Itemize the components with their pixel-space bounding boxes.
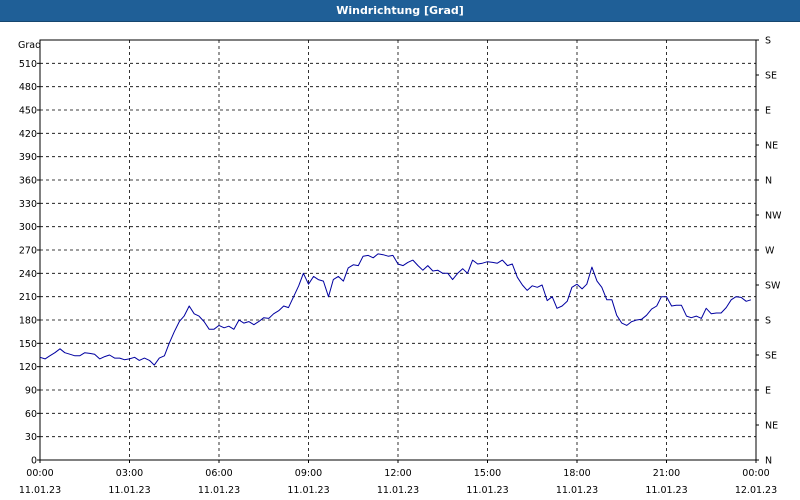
right-tick-label: S	[765, 36, 771, 47]
y-tick-label: 120	[19, 362, 37, 373]
x-tick-time-label: 18:00	[563, 468, 590, 479]
x-tick-time-label: 12:00	[384, 468, 411, 479]
x-tick-time-label: 09:00	[295, 468, 322, 479]
y-tick-label: 450	[19, 106, 37, 117]
x-axis: 00:00 11.01.23 03:00 11.01.23 06:00 11.01.23 0…	[19, 460, 777, 496]
right-tick-label: E	[765, 386, 771, 397]
series-line	[39, 253, 752, 366]
y-tick-label: 270	[19, 246, 37, 257]
y-tick-label: 510	[19, 59, 37, 70]
right-tick-label: E	[765, 106, 771, 117]
y-tick-label: 480	[19, 82, 37, 93]
y-tick-label: 420	[19, 129, 37, 140]
series-group	[39, 253, 752, 366]
x-tick-date-label: 11.01.23	[466, 485, 508, 496]
x-tick-date-label: 11.01.23	[198, 485, 240, 496]
right-tick-label: NE	[765, 141, 778, 152]
wind-direction-chart: 0 30 60 90 120 150 180 210 240 270 300 330 360 390 420…	[18, 36, 782, 497]
y-tick-label: 30	[25, 432, 37, 443]
grid-lines	[40, 40, 756, 460]
x-tick-date-label: 11.01.23	[645, 485, 687, 496]
x-tick-date-label: 11.01.23	[287, 485, 329, 496]
right-compass-axis: N NE E SE S SW W NW N NE E SE S	[756, 36, 782, 467]
y-tick-label: 180	[19, 316, 37, 327]
x-tick-time-label: 15:00	[474, 468, 501, 479]
x-tick-time-label: 21:00	[653, 468, 680, 479]
y-tick-label: 210	[19, 292, 37, 303]
right-tick-label: NW	[765, 211, 782, 222]
left-y-axis: 0 30 60 90 120 150 180 210 240 270 300 330 360 390 420…	[19, 59, 40, 467]
x-tick-time-label: 03:00	[116, 468, 143, 479]
y-tick-label: 330	[19, 199, 37, 210]
right-tick-label: W	[765, 246, 775, 257]
y-tick-label: 0	[31, 456, 37, 467]
y-tick-label: 90	[25, 386, 37, 397]
y-tick-label: 360	[19, 176, 37, 187]
x-tick-time-label: 00:00	[742, 468, 769, 479]
y-tick-label: 240	[19, 269, 37, 280]
x-tick-date-label: 11.01.23	[556, 485, 598, 496]
right-tick-label: SW	[765, 281, 781, 292]
x-tick-time-label: 06:00	[205, 468, 232, 479]
right-tick-label: S	[765, 316, 771, 327]
right-tick-label: N	[765, 456, 772, 467]
y-tick-label: 60	[25, 409, 37, 420]
x-tick-date-label: 11.01.23	[108, 485, 150, 496]
x-tick-time-label: 00:00	[26, 468, 53, 479]
right-tick-label: SE	[765, 71, 777, 82]
y-tick-label: 300	[19, 222, 37, 233]
right-tick-label: SE	[765, 351, 777, 362]
y-tick-label: 150	[19, 339, 37, 350]
right-tick-label: N	[765, 176, 772, 187]
x-tick-date-label: 11.01.23	[19, 485, 61, 496]
x-tick-date-label: 12.01.23	[735, 485, 777, 496]
x-tick-date-label: 11.01.23	[377, 485, 419, 496]
right-tick-label: NE	[765, 421, 778, 432]
y-tick-label: 390	[19, 152, 37, 163]
y-axis-label: Grad	[18, 40, 41, 51]
